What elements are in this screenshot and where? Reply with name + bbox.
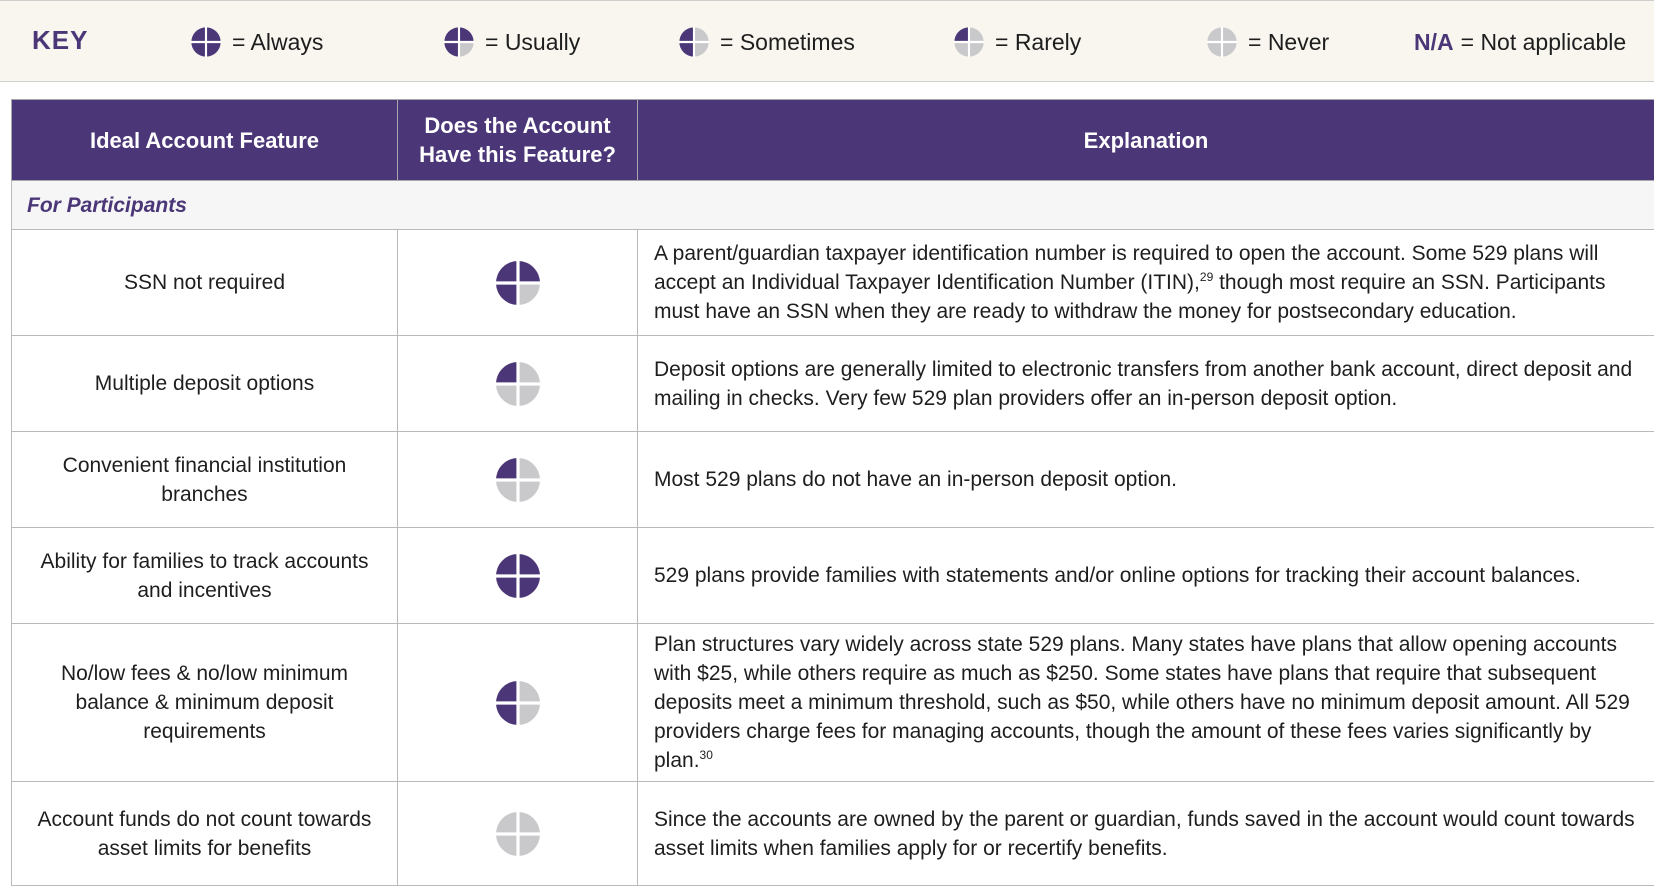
key-item-usually: = Usually — [443, 25, 580, 59]
key-title: KEY — [32, 25, 88, 56]
header-explanation: Explanation — [638, 100, 1654, 181]
table-row: Multiple deposit options Deposit options… — [12, 336, 1654, 432]
header-feature: Ideal Account Feature — [12, 100, 398, 181]
quarter-circle-usually-icon — [443, 26, 475, 58]
key-item-never: = Never — [1206, 25, 1329, 59]
key-label-always: = Always — [232, 29, 323, 56]
quarter-circle-sometimes-icon — [678, 26, 710, 58]
quarter-circle-rarely-icon — [494, 456, 542, 504]
feature-cell: Ability for families to track accounts a… — [12, 528, 398, 624]
na-abbreviation: N/A — [1414, 29, 1454, 56]
explanation-text: 529 plans provide families with statemen… — [654, 564, 1581, 587]
header-has-feature-line2: Have this Feature? — [419, 142, 616, 167]
key-item-rarely: = Rarely — [953, 25, 1081, 59]
quarter-circle-never-icon — [1206, 26, 1238, 58]
explanation-text: Plan structures vary widely across state… — [654, 633, 1630, 772]
explanation-text: Most 529 plans do not have an in-person … — [654, 468, 1177, 491]
key-label-sometimes: = Sometimes — [720, 29, 855, 56]
explanation-cell: Most 529 plans do not have an in-person … — [638, 432, 1654, 528]
feature-table: Ideal Account Feature Does the Account H… — [11, 99, 1654, 886]
table-row: Ability for families to track accounts a… — [12, 528, 1654, 624]
explanation-text: Since the accounts are owned by the pare… — [654, 808, 1635, 860]
key-item-na: N/A = Not applicable — [1414, 25, 1626, 59]
explanation-cell: 529 plans provide families with statemen… — [638, 528, 1654, 624]
explanation-cell: Deposit options are generally limited to… — [638, 336, 1654, 432]
quarter-circle-always-icon — [494, 552, 542, 600]
key-legend: KEY = Always = Usually = Sometimes = Rar… — [0, 0, 1654, 82]
table-row: No/low fees & no/low minimum balance & m… — [12, 624, 1654, 782]
quarter-circle-rarely-icon — [953, 26, 985, 58]
rating-cell — [398, 432, 638, 528]
key-label-rarely: = Rarely — [995, 29, 1081, 56]
table-header-row: Ideal Account Feature Does the Account H… — [12, 100, 1654, 181]
footnote-marker: 30 — [700, 748, 713, 762]
header-has-feature-line1: Does the Account — [424, 113, 610, 138]
explanation-cell: A parent/guardian taxpayer identificatio… — [638, 230, 1654, 336]
key-item-sometimes: = Sometimes — [678, 25, 855, 59]
key-item-always: = Always — [190, 25, 323, 59]
section-label: For Participants — [12, 181, 1654, 230]
quarter-circle-rarely-icon — [494, 360, 542, 408]
rating-cell — [398, 624, 638, 782]
table-row: Convenient financial institution branche… — [12, 432, 1654, 528]
quarter-circle-never-icon — [494, 810, 542, 858]
feature-cell: Multiple deposit options — [12, 336, 398, 432]
explanation-text: Deposit options are generally limited to… — [654, 358, 1632, 410]
table-row: SSN not required A parent/guardian taxpa… — [12, 230, 1654, 336]
quarter-circle-sometimes-icon — [494, 679, 542, 727]
explanation-cell: Since the accounts are owned by the pare… — [638, 782, 1654, 886]
rating-cell — [398, 528, 638, 624]
quarter-circle-usually-icon — [494, 259, 542, 307]
key-label-never: = Never — [1248, 29, 1329, 56]
rating-cell — [398, 782, 638, 886]
na-label: = Not applicable — [1461, 29, 1627, 56]
feature-cell: No/low fees & no/low minimum balance & m… — [12, 624, 398, 782]
rating-cell — [398, 336, 638, 432]
rating-cell — [398, 230, 638, 336]
table-row: Account funds do not count towards asset… — [12, 782, 1654, 886]
feature-cell: Convenient financial institution branche… — [12, 432, 398, 528]
section-row: For Participants — [12, 181, 1654, 230]
key-label-usually: = Usually — [485, 29, 580, 56]
explanation-cell: Plan structures vary widely across state… — [638, 624, 1654, 782]
footnote-marker: 29 — [1200, 270, 1213, 284]
feature-cell: SSN not required — [12, 230, 398, 336]
feature-cell: Account funds do not count towards asset… — [12, 782, 398, 886]
quarter-circle-always-icon — [190, 26, 222, 58]
header-has-feature: Does the Account Have this Feature? — [398, 100, 638, 181]
